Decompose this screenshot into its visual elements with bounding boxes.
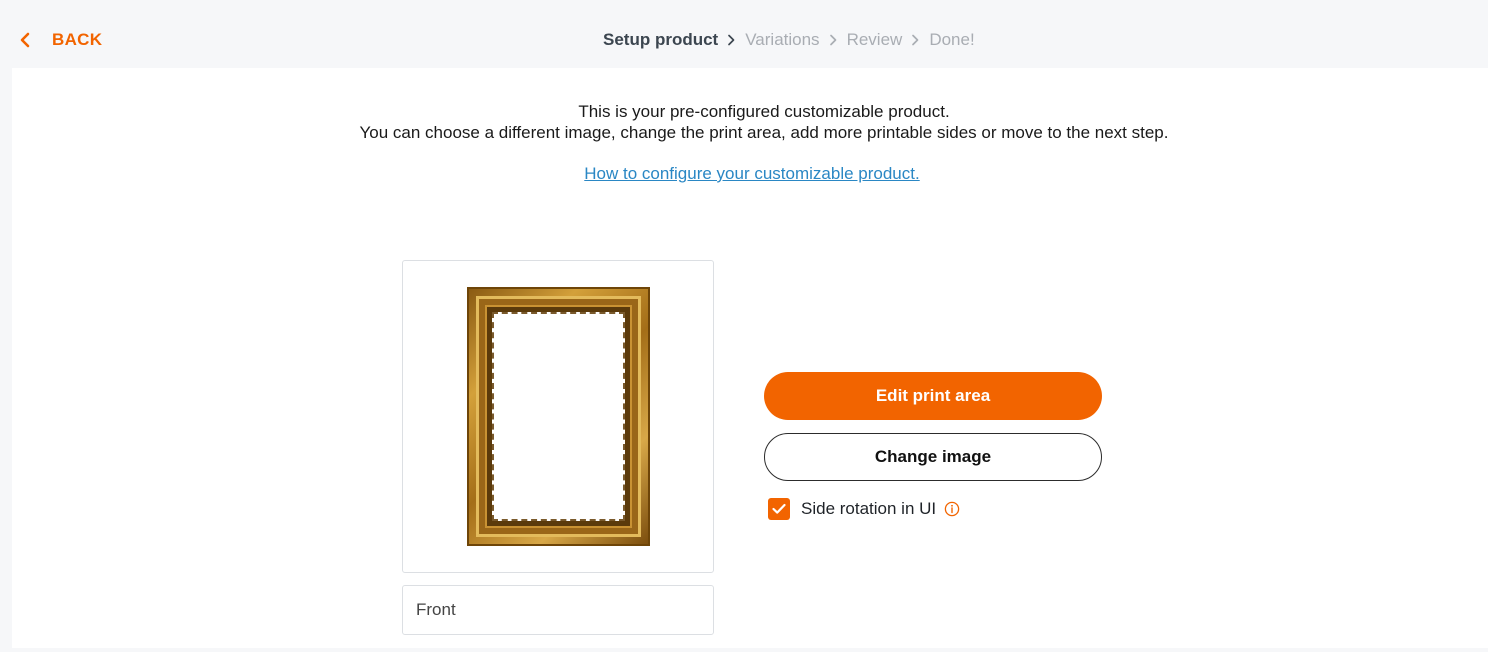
print-area xyxy=(492,312,625,521)
step-done: Done! xyxy=(929,30,975,49)
back-button[interactable]: BACK xyxy=(20,28,102,52)
chevron-right-icon xyxy=(829,34,837,46)
chevron-right-icon xyxy=(727,34,735,46)
top-bar: BACK Setup product Variations Review Don… xyxy=(0,0,1488,68)
intro-line-1: This is your pre-configured customizable… xyxy=(578,102,950,121)
howto-container: How to configure your customizable produ… xyxy=(12,164,1488,184)
main-panel: This is your pre-configured customizable… xyxy=(12,68,1488,648)
chevron-left-icon xyxy=(20,32,30,48)
change-image-button[interactable]: Change image xyxy=(764,433,1102,481)
step-breadcrumb: Setup product Variations Review Done! xyxy=(603,28,975,52)
picture-frame-image xyxy=(467,287,650,546)
step-variations: Variations xyxy=(745,30,820,49)
checkmark-icon xyxy=(772,503,786,514)
side-rotation-checkbox[interactable] xyxy=(768,498,790,520)
info-icon[interactable] xyxy=(944,501,960,517)
edit-print-area-button[interactable]: Edit print area xyxy=(764,372,1102,420)
howto-link[interactable]: How to configure your customizable produ… xyxy=(584,164,919,183)
chevron-right-icon xyxy=(911,34,919,46)
step-review: Review xyxy=(846,30,903,49)
side-rotation-label: Side rotation in UI xyxy=(801,499,937,518)
intro-line-2: You can choose a different image, change… xyxy=(359,123,1169,142)
product-image-box[interactable] xyxy=(402,260,714,573)
side-rotation-row: Side rotation in UI xyxy=(768,498,960,520)
side-name-input[interactable] xyxy=(402,585,714,635)
intro-text: This is your pre-configured customizable… xyxy=(12,101,1488,143)
back-label: BACK xyxy=(52,30,103,49)
step-setup-product: Setup product xyxy=(603,30,719,49)
